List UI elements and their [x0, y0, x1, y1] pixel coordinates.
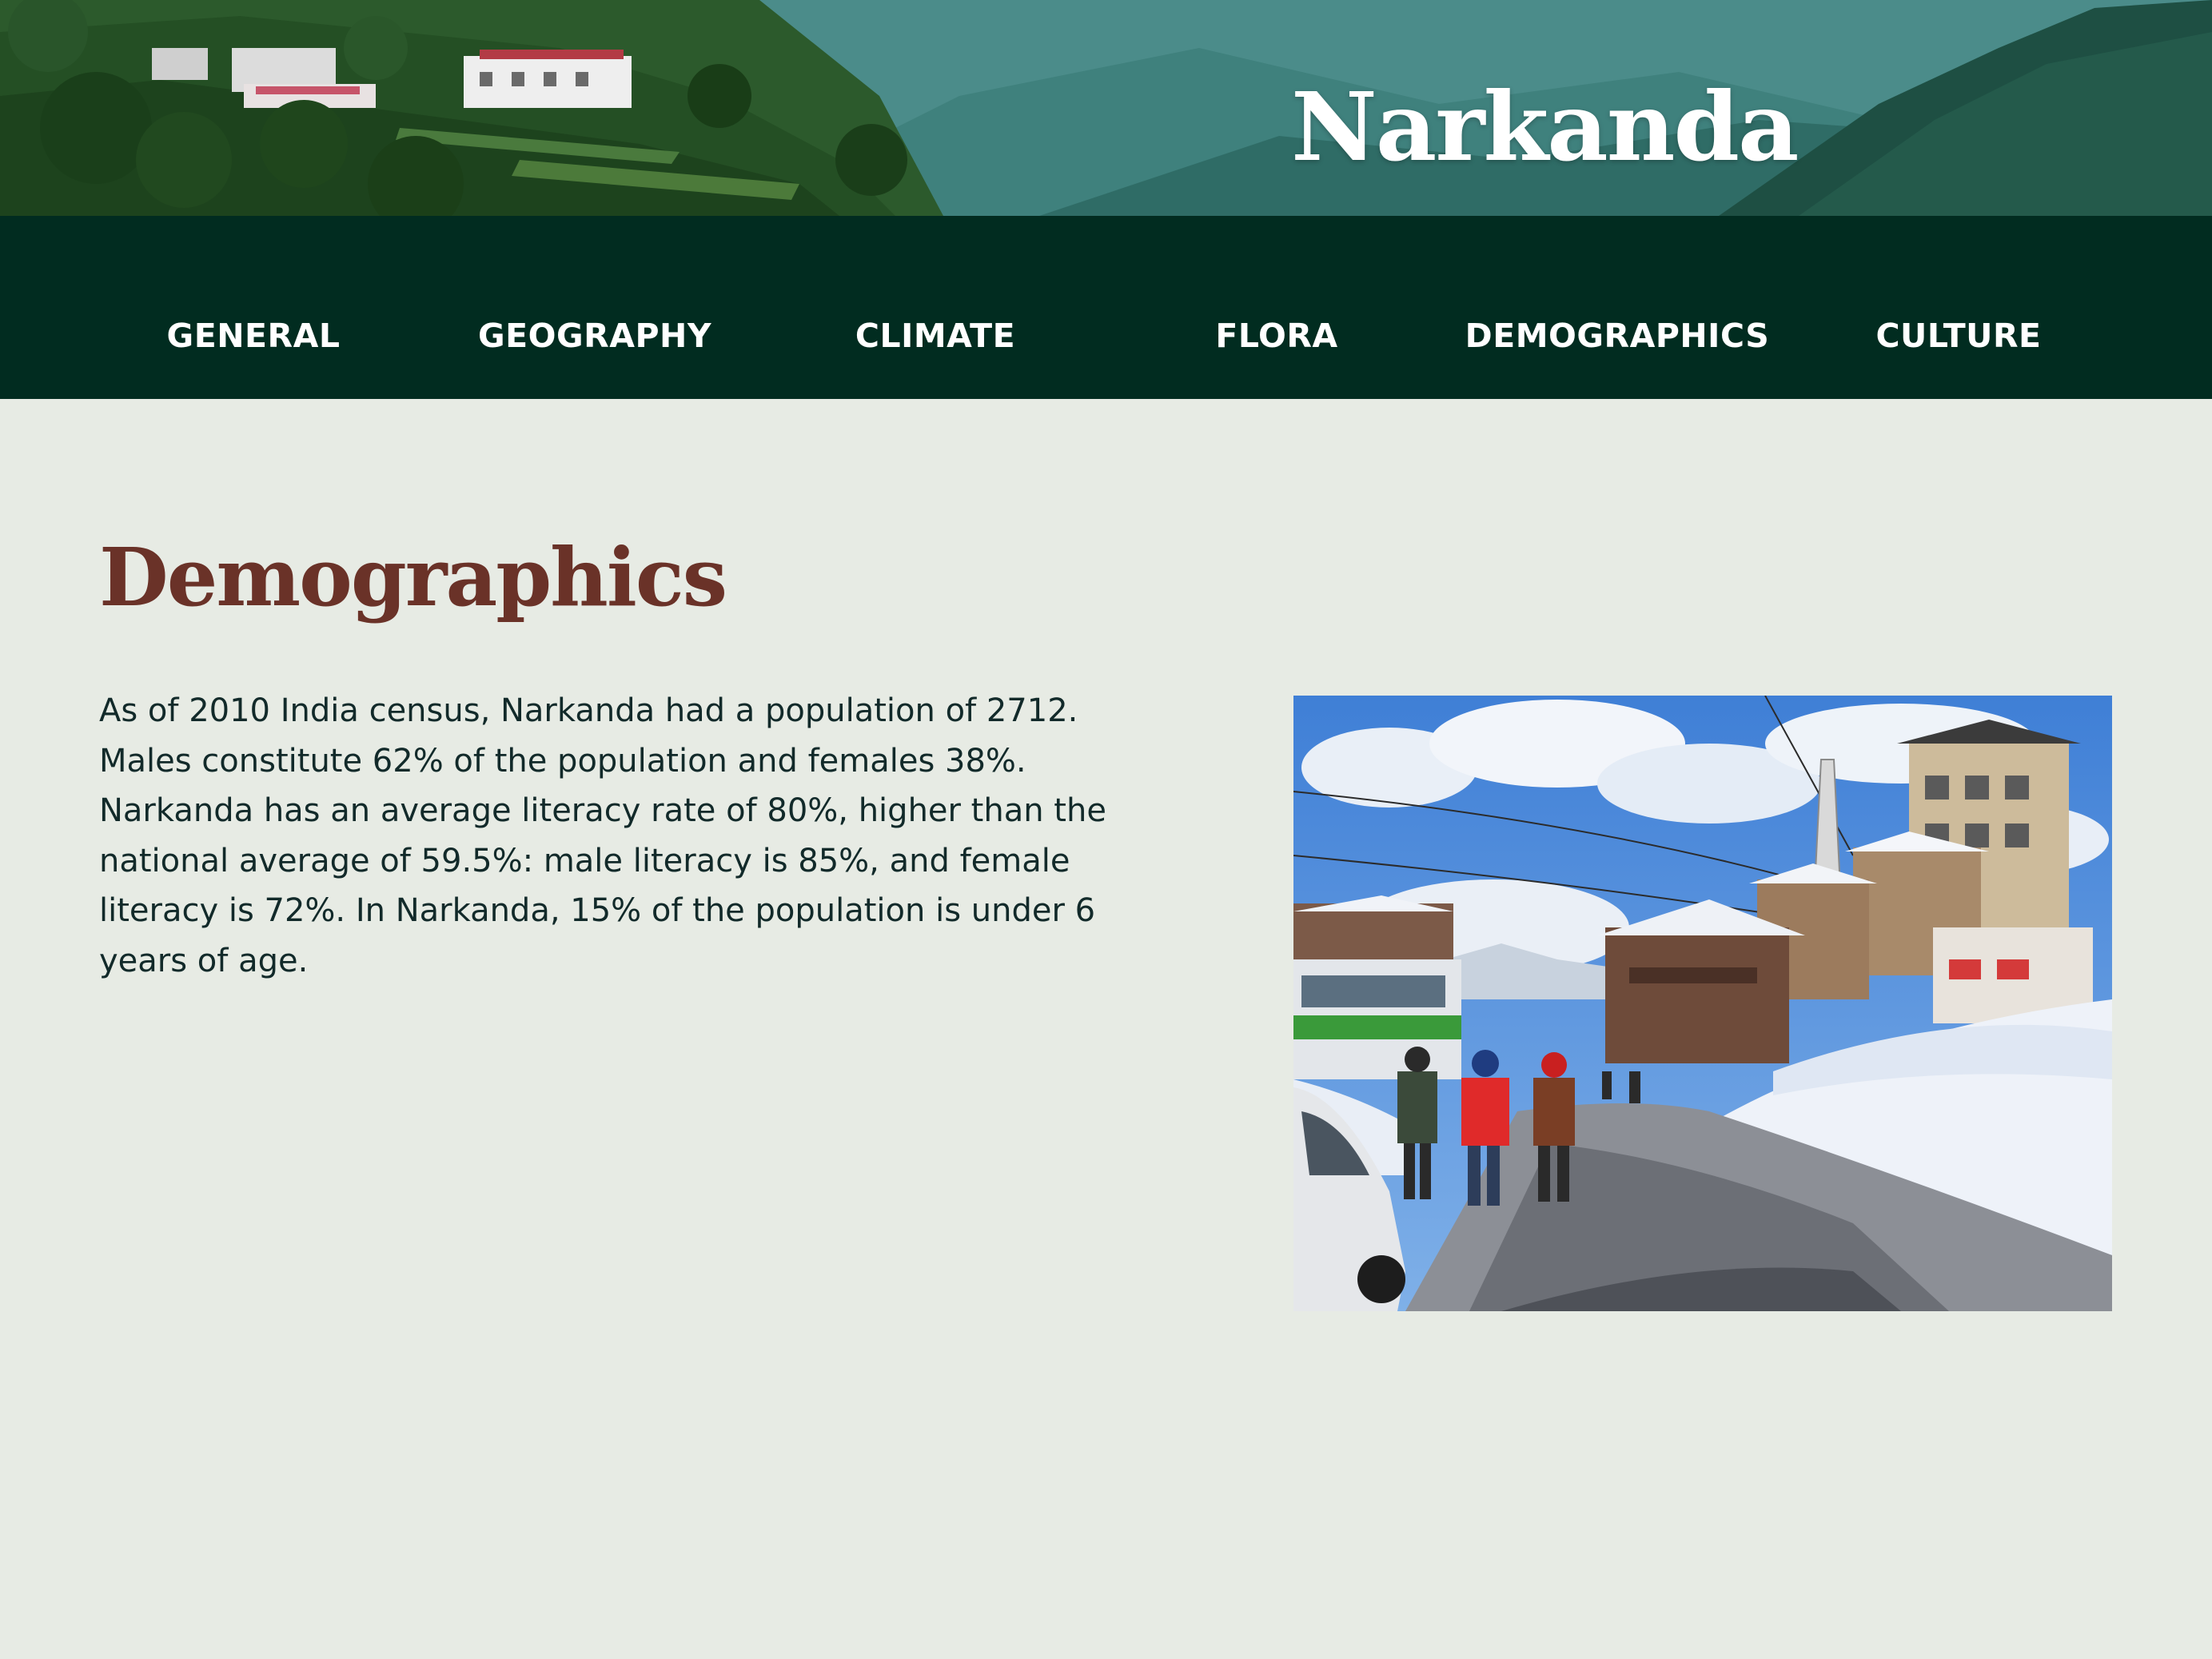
nav-item-geography[interactable]: GEOGRAPHY	[478, 320, 711, 353]
nav-item-demographics[interactable]: DEMOGRAPHICS	[1465, 320, 1770, 353]
mountain-banner-image	[0, 0, 2212, 216]
nav-item-general[interactable]: GENERAL	[167, 320, 341, 353]
nav-item-flora[interactable]: FLORA	[1215, 320, 1337, 353]
site-title: Narkanda	[1291, 71, 1799, 182]
main-nav: GENERAL GEOGRAPHY CLIMATE FLORA DEMOGRAP…	[0, 216, 2212, 399]
snowy-street-photo	[1293, 696, 2112, 1311]
hero-banner: Narkanda	[0, 0, 2212, 216]
section-body-text: As of 2010 India census, Narkanda had a …	[99, 692, 1106, 979]
nav-item-climate[interactable]: CLIMATE	[855, 320, 1015, 353]
nav-item-culture[interactable]: CULTURE	[1875, 320, 2041, 353]
section-title: Demographics	[99, 530, 727, 624]
